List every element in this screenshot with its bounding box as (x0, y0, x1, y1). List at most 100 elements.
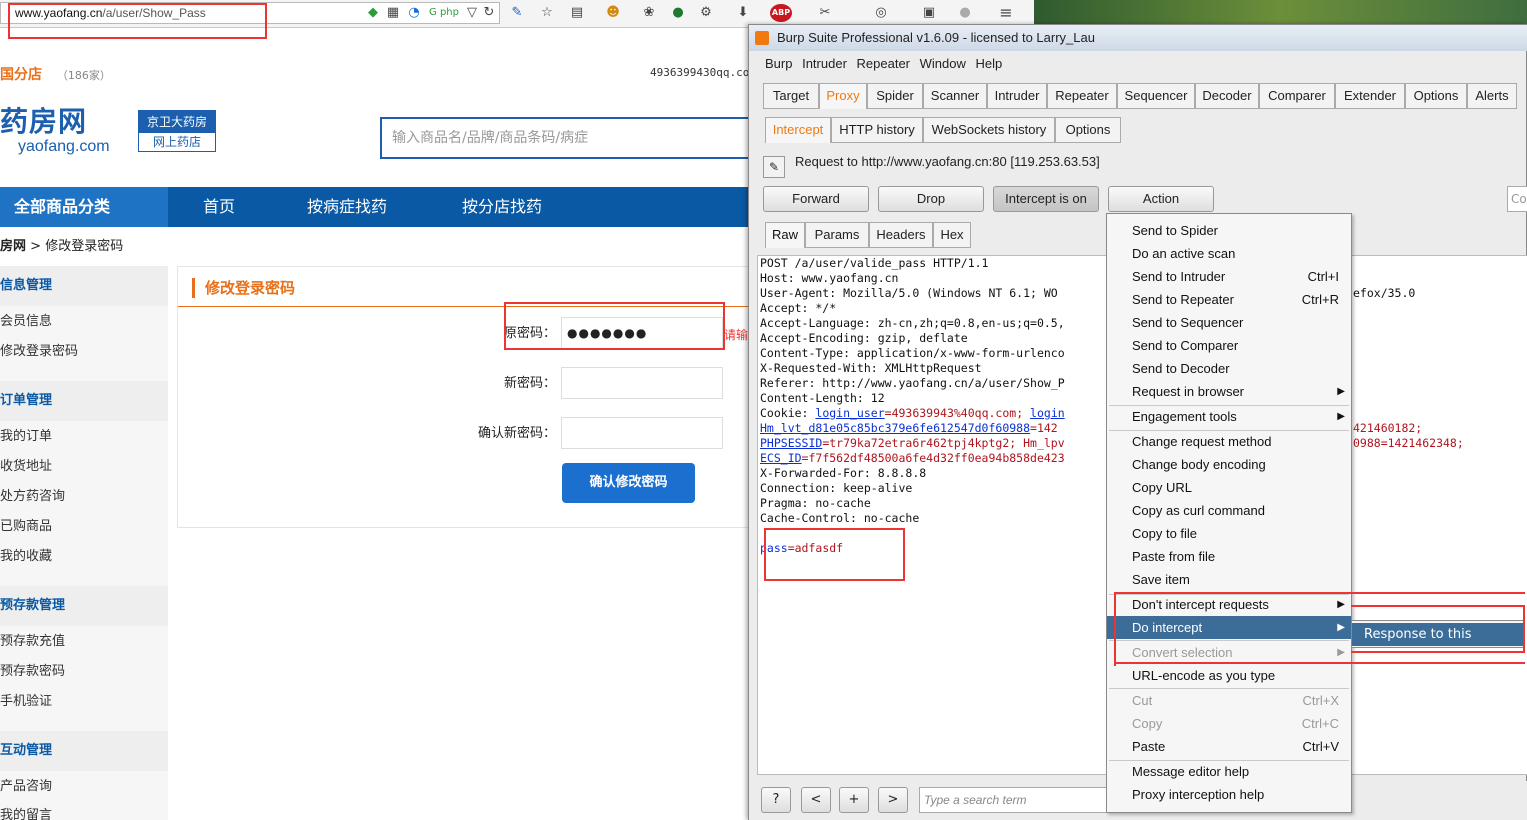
tab-repeater[interactable]: Repeater (1047, 83, 1117, 109)
clipboard-icon[interactable]: ▤ (568, 4, 586, 22)
window-icon[interactable]: ▣ (920, 4, 938, 22)
tab-comparer[interactable]: Comparer (1259, 83, 1335, 109)
confirm-change-password-button[interactable]: 确认修改密码 (562, 463, 695, 503)
breadcrumb-root[interactable]: 房网 (0, 239, 26, 254)
new-password-input[interactable] (561, 367, 723, 399)
subtab-websockets-history[interactable]: WebSockets history (923, 117, 1055, 143)
sidebar-item-my-orders[interactable]: 我的订单 (0, 428, 52, 446)
menu-item-copy-url[interactable]: Copy URL (1107, 476, 1351, 499)
search-term-input[interactable]: Type a search term (919, 787, 1119, 813)
tab-proxy[interactable]: Proxy (819, 83, 867, 109)
menu-item-message-editor-help[interactable]: Message editor help (1107, 760, 1351, 783)
add-button[interactable]: + (839, 787, 869, 813)
menu-help[interactable]: Help (976, 56, 1003, 71)
menu-item-paste-from-file[interactable]: Paste from file (1107, 545, 1351, 568)
menu-item-change-body-encoding[interactable]: Change body encoding (1107, 453, 1351, 476)
sidebar-item-messages[interactable]: 我的留言 (0, 807, 52, 820)
menu-item-cut[interactable]: Cut Ctrl+X (1107, 689, 1351, 712)
previous-match-button[interactable]: < (801, 787, 831, 813)
tab-scanner[interactable]: Scanner (923, 83, 987, 109)
tab-target[interactable]: Target (763, 83, 819, 109)
branch-link[interactable]: 国分店 (0, 67, 42, 83)
menu-item-paste[interactable]: Paste Ctrl+V (1107, 735, 1351, 758)
site-logo[interactable]: 药房网 yaofang.com (0, 106, 130, 160)
menu-item-send-to-intruder[interactable]: Send to Intruder Ctrl+I (1107, 265, 1351, 288)
php-icon[interactable]: G php (425, 4, 463, 22)
menu-item-send-to-spider[interactable]: Send to Spider (1107, 219, 1351, 242)
chevron-down-icon[interactable]: ▽ (463, 4, 481, 22)
menu-item-copy-to-file[interactable]: Copy to file (1107, 522, 1351, 545)
menu-icon[interactable]: ≡ (997, 4, 1015, 22)
download-icon[interactable]: ⬇ (734, 4, 752, 22)
drop-button[interactable]: Drop (878, 186, 984, 212)
sidebar-item-deposit-password[interactable]: 预存款密码 (0, 663, 65, 681)
palette-icon[interactable]: ❀ (640, 4, 658, 22)
nav-home[interactable]: 首页 (203, 187, 235, 227)
menu-intruder[interactable]: Intruder (802, 56, 847, 71)
menu-item-url-encode[interactable]: URL-encode as you type (1107, 664, 1351, 687)
menu-item-engagement-tools[interactable]: Engagement tools ▶ (1107, 405, 1351, 428)
sidebar-item-member-info[interactable]: 会员信息 (0, 313, 52, 331)
shield-icon[interactable]: ◆ (364, 4, 382, 22)
blocker-icon[interactable]: ● (669, 4, 687, 22)
viewtab-params[interactable]: Params (805, 222, 869, 248)
menu-item-send-to-decoder[interactable]: Send to Decoder (1107, 357, 1351, 380)
wifi-icon[interactable]: ◔ (405, 4, 423, 22)
sidebar-item-purchased[interactable]: 已购商品 (0, 518, 52, 536)
qr-icon[interactable]: ▦ (384, 4, 402, 22)
menu-item-do-intercept[interactable]: Do intercept ▶ (1107, 616, 1351, 639)
menu-item-send-to-comparer[interactable]: Send to Comparer (1107, 334, 1351, 357)
circle-icon[interactable]: ● (956, 4, 974, 22)
menu-item-change-request-method[interactable]: Change request method (1107, 430, 1351, 453)
next-match-button[interactable]: > (878, 787, 908, 813)
tab-intruder[interactable]: Intruder (987, 83, 1047, 109)
menu-item-active-scan[interactable]: Do an active scan (1107, 242, 1351, 265)
sidebar-item-phone-verify[interactable]: 手机验证 (0, 693, 52, 711)
reload-icon[interactable]: ↻ (480, 4, 498, 22)
nav-all-categories[interactable]: 全部商品分类 (0, 187, 168, 227)
menu-item-convert-selection[interactable]: Convert selection ▶ (1107, 641, 1351, 664)
subtab-intercept[interactable]: Intercept (765, 117, 831, 143)
tab-spider[interactable]: Spider (867, 83, 923, 109)
sidebar-item-rx-consult[interactable]: 处方药咨询 (0, 488, 65, 506)
tools-icon[interactable]: ✂ (816, 4, 834, 22)
sidebar-item-product-consult[interactable]: 产品咨询 (0, 778, 52, 796)
menu-item-send-to-sequencer[interactable]: Send to Sequencer (1107, 311, 1351, 334)
face-icon[interactable]: ☻ (604, 4, 622, 22)
menu-item-save-item[interactable]: Save item (1107, 568, 1351, 591)
sidebar-item-favorites[interactable]: 我的收藏 (0, 548, 52, 566)
menu-item-send-to-repeater[interactable]: Send to Repeater Ctrl+R (1107, 288, 1351, 311)
nav-by-branch[interactable]: 按分店找药 (462, 187, 542, 227)
intercept-toggle-button[interactable]: Intercept is on (993, 186, 1099, 212)
menu-item-copy[interactable]: Copy Ctrl+C (1107, 712, 1351, 735)
menu-item-response-to-this-request[interactable]: Response to this request (1352, 623, 1524, 665)
sidebar-item-deposit-topup[interactable]: 预存款充值 (0, 633, 65, 651)
action-button[interactable]: Action (1108, 186, 1214, 212)
tab-options[interactable]: Options (1405, 83, 1467, 109)
comment-field[interactable]: Co (1507, 186, 1527, 212)
menu-item-dont-intercept[interactable]: Don't intercept requests ▶ (1107, 593, 1351, 616)
tab-extender[interactable]: Extender (1335, 83, 1405, 109)
gear-icon[interactable]: ⚙ (697, 4, 715, 22)
old-password-input[interactable]: ●●●●●●● (561, 317, 723, 349)
tab-decoder[interactable]: Decoder (1195, 83, 1259, 109)
sidebar-item-change-password[interactable]: 修改登录密码 (0, 343, 78, 361)
globe-icon[interactable]: ◎ (872, 4, 890, 22)
viewtab-headers[interactable]: Headers (869, 222, 933, 248)
menu-item-copy-as-curl[interactable]: Copy as curl command (1107, 499, 1351, 522)
viewtab-hex[interactable]: Hex (933, 222, 971, 248)
pen-icon[interactable]: ✎ (508, 4, 526, 22)
viewtab-raw[interactable]: Raw (765, 222, 805, 248)
menu-window[interactable]: Window (920, 56, 966, 71)
star-icon[interactable]: ☆ (538, 4, 556, 22)
edit-pencil-icon[interactable]: ✎ (763, 156, 785, 178)
adblock-icon[interactable]: ABP (770, 4, 792, 22)
subtab-http-history[interactable]: HTTP history (831, 117, 923, 143)
sidebar-item-address[interactable]: 收货地址 (0, 458, 52, 476)
menu-item-proxy-interception-help[interactable]: Proxy interception help (1107, 783, 1351, 806)
confirm-password-input[interactable] (561, 417, 723, 449)
nav-by-disease[interactable]: 按病症找药 (307, 187, 387, 227)
tab-alerts[interactable]: Alerts (1467, 83, 1517, 109)
site-search-input[interactable]: 输入商品名/品牌/商品条码/病症 (380, 117, 760, 159)
menu-item-request-in-browser[interactable]: Request in browser ▶ (1107, 380, 1351, 403)
